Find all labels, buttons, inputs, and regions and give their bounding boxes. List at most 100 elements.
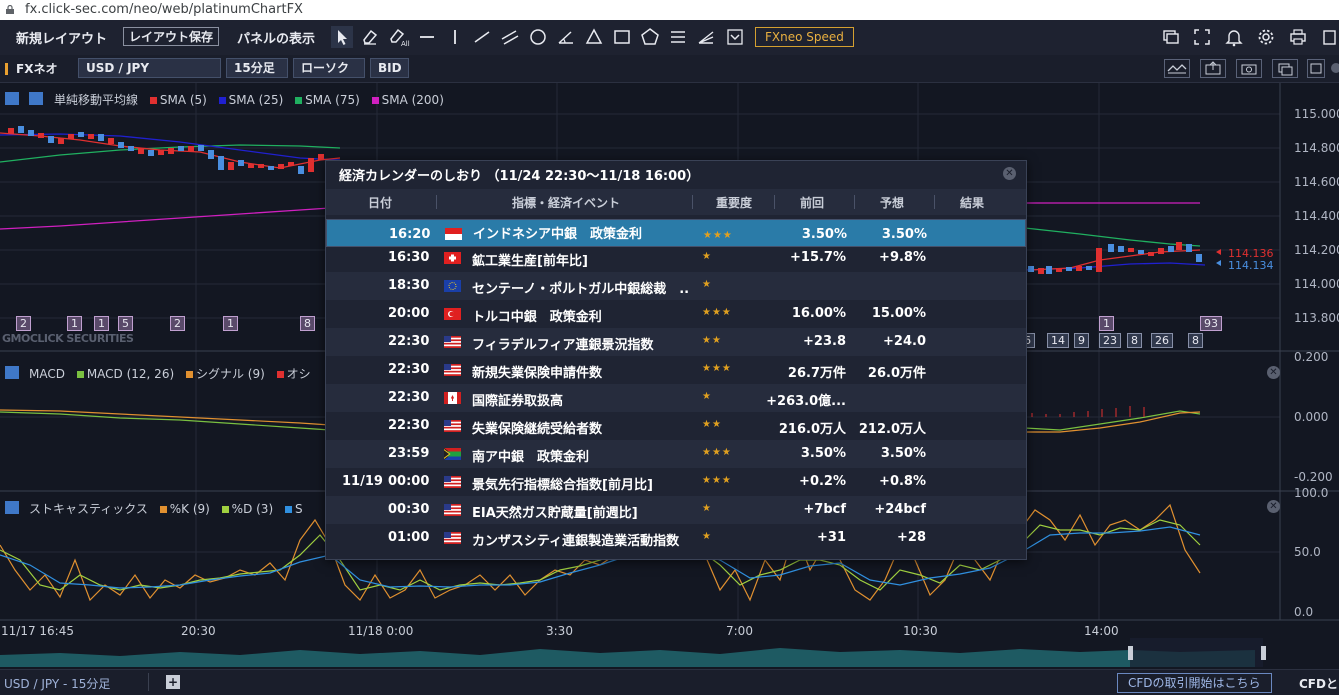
price-tick: 114.400 — [1294, 209, 1339, 223]
s-swatch — [284, 505, 292, 513]
usa-flag-icon — [444, 420, 461, 432]
event-count-badge[interactable]: 93 — [1200, 316, 1222, 331]
navigator-handle-right[interactable] — [1261, 646, 1266, 660]
event-count-badge[interactable]: 1 — [94, 316, 109, 331]
row-time: 00:30 — [388, 502, 430, 517]
col-forecast: 予想 — [880, 196, 905, 210]
row-previous: 216.0万人 — [778, 422, 846, 437]
col-importance: 重要度 — [716, 196, 753, 210]
col-separator — [934, 195, 935, 209]
add-chart-icon[interactable]: + — [166, 675, 180, 689]
watermark: GMOCLICK SECURITIES — [2, 332, 134, 345]
time-tick: 14:00 — [1084, 624, 1119, 638]
time-tick: 20:30 — [181, 624, 216, 638]
price-tick: 113.800 — [1294, 311, 1339, 325]
row-previous: +7bcf — [803, 502, 846, 517]
row-stars: ★ — [702, 391, 712, 402]
turkey-flag-icon — [444, 308, 461, 320]
sma-75-line-right — [1024, 227, 1201, 247]
event-count-badge[interactable]: 9 — [1074, 333, 1089, 348]
switzerland-flag-icon — [444, 252, 461, 264]
sma200-swatch — [371, 96, 379, 104]
row-time: 22:30 — [388, 334, 430, 349]
status-bar: USD / JPY - 15分足 + CFDの取引開始はこちら CFDと — [0, 669, 1339, 695]
navigator-area[interactable] — [0, 648, 1255, 667]
time-tick: 11/18 0:00 — [348, 624, 414, 638]
row-previous: 3.50% — [800, 446, 846, 461]
close-calendar-icon[interactable]: ✕ — [1003, 167, 1016, 180]
calendar-row[interactable]: 23:59 南ア中銀 政策金利 ★★★ 3.50% 3.50% — [326, 440, 1026, 468]
event-count-badge[interactable]: 8 — [1188, 333, 1203, 348]
close-macd-icon[interactable]: ✕ — [1267, 366, 1280, 379]
osc-label: オシ — [286, 367, 311, 381]
calendar-row[interactable]: 11/19 00:00 景気先行指標総合指数[前月比] ★★★ +0.2% +0.8% — [326, 468, 1026, 496]
usa-flag-icon — [444, 504, 461, 516]
signal-label: シグナル (9) — [195, 367, 265, 381]
time-tick: 10:30 — [903, 624, 938, 638]
event-count-badge[interactable]: 2 — [170, 316, 185, 331]
event-count-badge[interactable]: 1 — [223, 316, 238, 331]
list-icon[interactable] — [5, 92, 19, 105]
sma5-swatch — [149, 96, 157, 104]
navigator-handle-left[interactable] — [1128, 646, 1133, 660]
navigator-window[interactable] — [1130, 638, 1263, 667]
col-separator — [854, 195, 855, 209]
expand-icon[interactable] — [5, 366, 19, 379]
row-forecast: 15.00% — [871, 306, 926, 321]
row-stars: ★ — [702, 503, 712, 514]
event-count-badge[interactable]: 8 — [1127, 333, 1142, 348]
calendar-row[interactable]: 22:30 フィラデルフィア連銀景況指数 ★★ +23.8 +24.0 — [326, 328, 1026, 356]
calendar-title: 経済カレンダーのしおり （11/24 22:30～11/18 16:00） — [339, 169, 700, 184]
row-previous: 16.00% — [791, 306, 846, 321]
calendar-rows: 16:20 インドネシア中銀 政策金利 ★★★ 3.50% 3.50% 16:30 鉱工業… — [326, 216, 1026, 552]
divider — [148, 673, 149, 691]
sma-5-line-right — [1029, 249, 1201, 271]
event-count-badge[interactable]: 2 — [16, 316, 31, 331]
event-count-badge[interactable]: 26 — [1151, 333, 1173, 348]
price-tick: 114.600 — [1294, 175, 1339, 189]
calendar-row[interactable]: 00:30 EIA天然ガス貯蔵量[前週比] ★ +7bcf +24bcf — [326, 496, 1026, 524]
event-count-badge[interactable]: 1 — [1099, 316, 1114, 331]
price-tick: 115.000 — [1294, 107, 1339, 121]
row-stars: ★★ — [702, 335, 722, 346]
stoch-tick: 100.0 — [1294, 486, 1329, 500]
row-stars: ★★★ — [702, 475, 732, 486]
cfd-label[interactable]: CFDと — [1299, 675, 1338, 692]
calendar-row[interactable]: 01:00 カンザスシティ連銀製造業活動指数 ★ +31 +28 — [326, 524, 1026, 552]
row-time: 20:00 — [388, 306, 430, 321]
calendar-row[interactable]: 22:30 新規失業保険申請件数 ★★★ 26.7万件 26.0万件 — [326, 356, 1026, 384]
calendar-row[interactable]: 22:30 失業保険継続受給者数 ★★ 216.0万人 212.0万人 — [326, 412, 1026, 440]
event-count-badge[interactable]: 1 — [67, 316, 82, 331]
sma25-swatch — [218, 96, 226, 104]
row-time: 00:00 — [388, 474, 430, 489]
cfd-start-button[interactable]: CFDの取引開始はこちら — [1117, 673, 1272, 693]
calendar-row[interactable]: 16:30 鉱工業生産[前年比] ★ +15.7% +9.8% — [326, 244, 1026, 272]
row-forecast: +0.8% — [879, 474, 926, 489]
col-date: 日付 — [368, 196, 393, 210]
calendar-row[interactable]: 18:30 センテーノ・ポルトガル中銀総裁 ... ★ — [326, 272, 1026, 300]
event-count-badge[interactable]: 5 — [118, 316, 133, 331]
price-marker-blue — [1216, 260, 1221, 266]
row-time: 16:30 — [388, 250, 430, 265]
calendar-row[interactable]: 20:00 トルコ中銀 政策金利 ★★★ 16.00% 15.00% — [326, 300, 1026, 328]
calendar-row[interactable]: 22:30 国際証券取扱高 ★ +263.0億... — [326, 384, 1026, 412]
row-stars: ★★★ — [702, 307, 732, 318]
event-count-badge[interactable]: 23 — [1099, 333, 1121, 348]
price-tick: 114.200 — [1294, 243, 1339, 257]
signal-swatch — [185, 370, 193, 378]
close-stoch-icon[interactable]: ✕ — [1267, 500, 1280, 513]
event-count-badge[interactable]: 8 — [300, 316, 315, 331]
chart-tab[interactable]: USD / JPY - 15分足 — [4, 675, 110, 692]
expand-icon[interactable] — [29, 92, 43, 105]
stoch-tick: 0.0 — [1294, 605, 1314, 619]
event-count-badge[interactable]: 14 — [1047, 333, 1069, 348]
row-stars: ★ — [702, 251, 712, 262]
price-tick: 114.800 — [1294, 141, 1339, 155]
calendar-row[interactable]: 16:20 インドネシア中銀 政策金利 ★★★ 3.50% 3.50% — [326, 219, 1026, 247]
row-previous: +23.8 — [803, 334, 846, 349]
expand-icon[interactable] — [5, 501, 19, 514]
row-stars: ★★★ — [703, 230, 733, 241]
col-separator — [774, 195, 775, 209]
south-africa-flag-icon — [444, 448, 461, 460]
row-previous: +263.0億... — [766, 394, 846, 409]
